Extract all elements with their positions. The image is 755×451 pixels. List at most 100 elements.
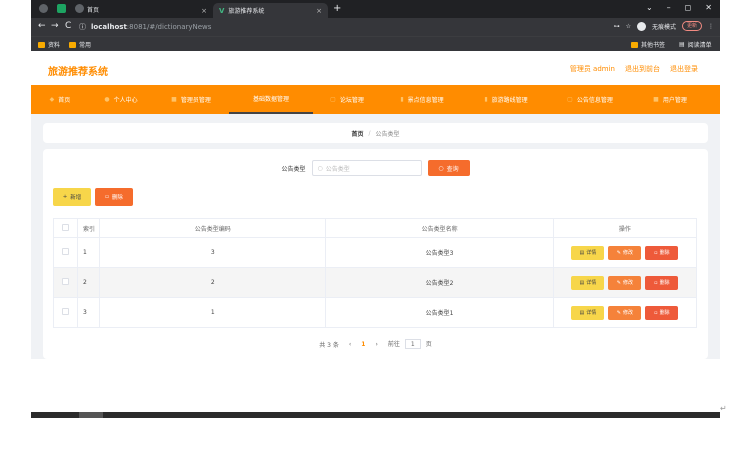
url-path: :8081/#/dictionaryNews (126, 23, 212, 31)
page-number[interactable]: 1 (361, 341, 365, 348)
bookmark-folder-common[interactable]: 常用 (69, 40, 91, 49)
breadcrumb-home[interactable]: 首页 (351, 129, 363, 138)
folder-icon (631, 41, 638, 48)
browser-tab-active[interactable]: V 旅游推荐系统 × (213, 3, 328, 18)
taskbar-app[interactable] (79, 412, 103, 418)
doc-icon: ▤ (579, 279, 585, 286)
menu-item-users[interactable]: ■ 用户管理 (631, 85, 709, 114)
user-icon: ● (104, 96, 110, 103)
breadcrumb-current: 公告类型 (375, 130, 400, 138)
edit-button[interactable]: ✎ 修改 (608, 245, 642, 260)
table-row: 3 1 公告类型1 ▤ 详情 ✎ 修改 ▫ 删除 (52, 297, 698, 328)
logout-link[interactable]: 退出登录 (670, 64, 698, 74)
reading-list[interactable]: ▤ 阅读清单 (679, 40, 712, 49)
row-index: 1 (77, 237, 101, 268)
menu-item-home[interactable]: ◆ 首页 (31, 85, 89, 114)
query-button[interactable]: ○ 查询 (427, 160, 470, 176)
row-index: 3 (77, 297, 101, 328)
minimize-icon[interactable]: – (667, 3, 671, 12)
main-menu: ◆ 首页 ● 个人中心 ■ 管理员管理 基础数据管理 ▢ 论坛管理 ▮ 景点信息管理 ▮ 旅… (31, 85, 720, 114)
update-button[interactable]: 更新 (681, 21, 702, 31)
table-row: 2 2 公告类型2 ▤ 详情 ✎ 修改 ▫ 删除 (52, 267, 698, 298)
pagination-total: 共 3 条 (319, 341, 339, 349)
menu-item-base-data[interactable]: 基础数据管理 (229, 85, 313, 114)
menu-item-admin[interactable]: ■ 管理员管理 (153, 85, 229, 114)
menu-item-scenic[interactable]: ▮ 景点信息管理 (381, 85, 463, 114)
search-placeholder: 公告类型 (325, 165, 350, 173)
batch-delete-button[interactable]: ▫ 删除 (95, 188, 133, 206)
browser-tab-blank[interactable]: × (103, 3, 213, 18)
select-all-cell (52, 218, 79, 238)
row-checkbox[interactable] (62, 278, 70, 285)
pinned-tab-label[interactable]: 首页 (87, 5, 99, 14)
window-controls: ⌄ – ◻ ✕ (646, 3, 712, 12)
next-page-icon[interactable]: › (375, 341, 377, 348)
page-bottom-area (31, 359, 720, 416)
search-icon: ○ (438, 164, 444, 172)
delete-button[interactable]: ▫ 删除 (645, 305, 679, 320)
bookmark-folder-docs[interactable]: 资料 (38, 40, 60, 49)
search-row: 公告类型 ○ 公告类型 ○ 查询 (43, 159, 708, 177)
menu-item-notice[interactable]: ▢ 公告信息管理 (549, 85, 631, 114)
back-to-front-link[interactable]: 退出到前台 (625, 64, 660, 74)
select-all-checkbox[interactable] (62, 223, 70, 231)
detail-button[interactable]: ▤ 详情 (571, 245, 605, 260)
prev-page-icon[interactable]: ‹ (349, 341, 351, 348)
add-button[interactable]: + 新增 (53, 188, 91, 206)
info-icon[interactable]: ⓘ (79, 22, 86, 32)
back-icon[interactable]: ← (38, 21, 46, 31)
key-icon[interactable]: ⊶ (614, 23, 620, 30)
row-checkbox[interactable] (62, 308, 70, 315)
close-icon[interactable]: × (316, 7, 322, 15)
reading-list-icon: ▤ (679, 41, 685, 48)
vue-logo-icon: V (219, 6, 225, 15)
star-icon[interactable]: ☆ (626, 23, 631, 30)
delete-button[interactable]: ▫ 删除 (645, 245, 679, 260)
row-index: 2 (77, 267, 101, 298)
admin-user-label: 管理员 admin (569, 65, 615, 73)
content-panel: 公告类型 ○ 公告类型 ○ 查询 + 新增 ▫ 删除 索引 公告类型编码 公告类… (43, 149, 708, 359)
tab-title: 旅游推荐系统 (228, 8, 265, 15)
admin-icon: ■ (171, 96, 177, 103)
action-buttons: + 新增 ▫ 删除 (53, 188, 133, 206)
menu-item-route[interactable]: ▮ 旅游路线管理 (463, 85, 549, 114)
reload-icon[interactable]: C (65, 21, 71, 31)
taskbar (31, 412, 720, 418)
trash-icon: ▫ (654, 309, 658, 316)
row-checkbox[interactable] (62, 248, 70, 255)
pinned-tab-icon[interactable] (39, 4, 48, 13)
close-icon[interactable]: × (201, 7, 207, 15)
pinned-tab-chrome-icon[interactable] (75, 4, 84, 13)
row-name: 公告类型1 (325, 297, 554, 328)
incognito-label: 无痕模式 (651, 23, 676, 31)
url-field[interactable]: ⓘ localhost :8081/#/dictionaryNews (79, 21, 519, 33)
trash-icon: ▫ (654, 249, 658, 256)
menu-item-profile[interactable]: ● 个人中心 (89, 85, 153, 114)
goto-page-input[interactable]: 1 (404, 339, 421, 349)
trash-icon: ▫ (654, 279, 658, 286)
delete-button[interactable]: ▫ 删除 (645, 275, 679, 290)
folder-icon (69, 41, 76, 48)
notice-icon: ▢ (567, 96, 573, 103)
detail-button[interactable]: ▤ 详情 (571, 305, 605, 320)
maximize-icon[interactable]: ◻ (685, 3, 692, 12)
pencil-icon: ✎ (616, 279, 621, 286)
chevron-down-icon[interactable]: ⌄ (646, 3, 653, 12)
bookmark-other[interactable]: 其他书签 (631, 40, 665, 49)
more-icon[interactable]: ⋮ (708, 23, 714, 30)
close-window-icon[interactable]: ✕ (705, 3, 712, 12)
menu-item-forum[interactable]: ▢ 论坛管理 (313, 85, 381, 114)
edit-button[interactable]: ✎ 修改 (608, 275, 642, 290)
pinned-tab-sheet-icon[interactable] (57, 4, 66, 13)
search-input[interactable]: ○ 公告类型 (311, 160, 422, 176)
goto-page: 前往 1 页 (387, 339, 432, 349)
new-tab-icon[interactable]: + (333, 3, 341, 14)
search-icon: ○ (317, 164, 323, 172)
bookmarks-bar: 资料 常用 其他书签 ▤ 阅读清单 (31, 36, 720, 51)
forward-icon[interactable]: → (51, 21, 59, 31)
search-label: 公告类型 (281, 165, 306, 173)
detail-button[interactable]: ▤ 详情 (571, 275, 605, 290)
edit-button[interactable]: ✎ 修改 (608, 305, 642, 320)
incognito-icon[interactable] (636, 21, 646, 31)
row-name: 公告类型3 (325, 237, 554, 268)
